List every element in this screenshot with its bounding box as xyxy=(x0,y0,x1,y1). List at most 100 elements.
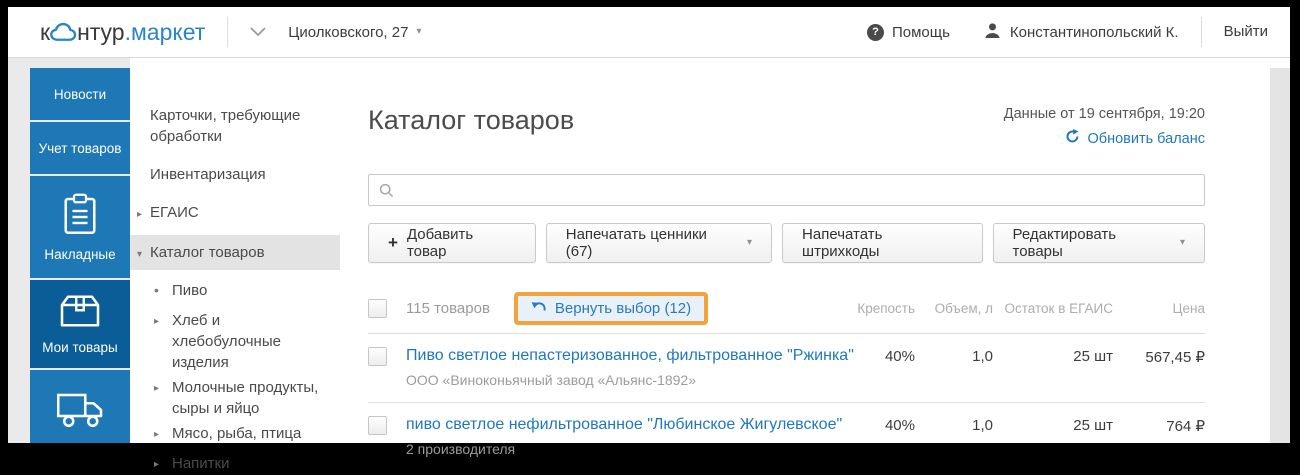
table-header: 115 товаров Вернуть выбор (12) Крепость … xyxy=(368,292,1205,334)
cell-volume: 1,0 xyxy=(915,414,993,434)
bullet-icon: • xyxy=(154,280,159,301)
product-name-link[interactable]: Пиво светлое непастеризованное, фильтров… xyxy=(406,345,843,366)
app-window: к нтур .маркет Циолковского, 27 ▾ ? Помо… xyxy=(8,7,1290,443)
sidebar-item-label: Учет товаров xyxy=(39,141,122,156)
print-price-tags-button[interactable]: Напечатать ценники (67) ▾ xyxy=(546,223,772,263)
print-barcodes-label: Напечатать штрихкоды xyxy=(802,226,962,260)
help-button[interactable]: ? Помощь xyxy=(867,24,950,41)
location-label: Циолковского, 27 xyxy=(288,24,408,41)
expander-right-icon: ▸ xyxy=(154,454,159,475)
print-price-tags-label: Напечатать ценники (67) xyxy=(566,226,736,260)
kontur-market-logo[interactable]: к нтур .маркет xyxy=(40,19,205,46)
refresh-balance-link[interactable]: Обновить баланс xyxy=(1065,129,1205,148)
expander-right-icon: ▸ xyxy=(154,424,159,445)
logo-text-dark: к xyxy=(40,19,50,46)
sidebar-item-my-goods[interactable]: Мои товары xyxy=(30,280,130,368)
nav-subitem-beer[interactable]: • Пиво xyxy=(130,280,340,301)
user-name: Константинопольский К. xyxy=(1010,24,1179,41)
refresh-balance-label: Обновить баланс xyxy=(1087,131,1205,147)
products-count: 115 товаров xyxy=(406,300,490,317)
add-product-label: Добавить товар xyxy=(407,226,516,260)
location-selector[interactable]: Циолковского, 27 ▾ xyxy=(288,24,421,41)
column-header-strength: Крепость xyxy=(843,301,915,316)
page-body: Новости Учет товаров Накладные Мои товар… xyxy=(8,58,1290,443)
logout-button[interactable]: Выйти xyxy=(1201,17,1268,47)
plus-icon: + xyxy=(388,233,398,253)
nav-subitem-label: Напитки xyxy=(172,455,230,472)
nav-subitem-label: Пиво xyxy=(172,282,207,299)
row-checkbox[interactable] xyxy=(368,416,387,435)
nav-item-label: Каталог товаров xyxy=(150,244,265,261)
secondary-sidebar: Карточки, требующие обработки Инвентариз… xyxy=(130,58,340,443)
nav-subitem-dairy[interactable]: ▸ Молочные продукты, сыры и яйцо xyxy=(130,377,340,419)
left-gutter xyxy=(8,58,30,443)
expander-down-icon: ▾ xyxy=(137,244,142,265)
table-row: Пиво светлое непастеризованное, фильтров… xyxy=(368,334,1205,403)
nav-item-cards-pending[interactable]: Карточки, требующие обработки xyxy=(130,105,340,147)
primary-sidebar: Новости Учет товаров Накладные Мои товар… xyxy=(30,58,130,443)
table-row: пиво светлое нефильтрованное "Любинское … xyxy=(368,403,1205,471)
nav-item-label: ЕГАИС xyxy=(150,204,199,221)
nav-item-inventory[interactable]: Инвентаризация xyxy=(130,164,340,185)
nav-subitem-label: Молочные продукты, сыры и яйцо xyxy=(172,379,318,417)
top-bar: к нтур .маркет Циолковского, 27 ▾ ? Помо… xyxy=(8,7,1290,58)
nav-item-label: Инвентаризация xyxy=(150,166,266,183)
search-input[interactable] xyxy=(368,174,1205,206)
select-all-checkbox[interactable] xyxy=(368,299,387,318)
cell-egais-stock: 25 шт xyxy=(993,414,1113,434)
return-selection-label: Вернуть выбор (12) xyxy=(555,300,691,317)
page-title: Каталог товаров xyxy=(368,105,574,135)
edit-products-label: Редактировать товары xyxy=(1013,226,1169,260)
product-name-link[interactable]: пиво светлое нефильтрованное "Любинское … xyxy=(406,414,843,435)
sidebar-item-accounting[interactable]: Учет товаров xyxy=(30,122,130,174)
chevron-down-icon[interactable] xyxy=(250,27,266,37)
nav-item-label: Карточки, требующие обработки xyxy=(150,107,300,145)
caret-down-icon: ▾ xyxy=(416,27,421,37)
truck-icon xyxy=(56,392,104,431)
nav-subitem-drinks[interactable]: ▸ Напитки xyxy=(130,453,340,474)
undo-icon xyxy=(531,300,547,317)
sidebar-item-invoices[interactable]: Накладные xyxy=(30,176,130,278)
vertical-scrollbar[interactable] xyxy=(1270,68,1290,443)
refresh-icon xyxy=(1065,129,1080,148)
user-menu[interactable]: Константинопольский К. xyxy=(984,22,1179,43)
main-content: Каталог товаров Данные от 19 сентября, 1… xyxy=(340,58,1270,443)
column-header-egais-stock: Остаток в ЕГАИС xyxy=(993,301,1113,316)
help-circle-icon: ? xyxy=(867,24,884,41)
edit-products-button[interactable]: Редактировать товары ▾ xyxy=(993,223,1206,263)
sidebar-item-news[interactable]: Новости xyxy=(30,68,130,120)
column-header-volume: Объем, л xyxy=(915,301,993,316)
nav-item-egais[interactable]: ▸ ЕГАИС xyxy=(130,202,340,223)
sidebar-item-supplies[interactable] xyxy=(30,370,130,443)
data-timestamp: Данные от 19 сентября, 19:20 xyxy=(1004,105,1205,123)
sidebar-item-label: Мои товары xyxy=(42,340,117,355)
expander-right-icon: ▸ xyxy=(154,311,159,332)
print-barcodes-button[interactable]: Напечатать штрихкоды xyxy=(782,223,982,263)
product-producer: ООО «Виноконьячный завод «Альянс-1892» xyxy=(406,371,843,389)
expander-right-icon: ▸ xyxy=(154,378,159,399)
nav-subitem-label: Хлеб и хлебобулочные изделия xyxy=(172,312,281,371)
cloud-icon xyxy=(50,21,77,48)
nav-subitem-meat[interactable]: ▸ Мясо, рыба, птица xyxy=(130,423,340,444)
product-producer: 2 производителя xyxy=(406,440,843,458)
logo-text-dark2: нтур xyxy=(77,19,125,46)
cell-price: 764 ₽ xyxy=(1113,414,1205,435)
box-icon xyxy=(59,294,101,331)
cell-strength: 40% xyxy=(843,414,915,434)
add-product-button[interactable]: + Добавить товар xyxy=(368,223,536,263)
row-checkbox[interactable] xyxy=(368,347,387,366)
nav-subitem-bread[interactable]: ▸ Хлеб и хлебобулочные изделия xyxy=(130,310,340,373)
nav-subitem-label: Мясо, рыба, птица xyxy=(172,425,301,442)
cell-strength: 40% xyxy=(843,345,915,365)
sidebar-item-label: Накладные xyxy=(44,247,115,262)
cell-volume: 1,0 xyxy=(915,345,993,365)
user-icon xyxy=(984,22,1001,43)
expander-right-icon: ▸ xyxy=(137,204,142,225)
nav-item-catalog[interactable]: ▾ Каталог товаров xyxy=(130,235,340,270)
caret-down-icon: ▾ xyxy=(747,238,752,248)
logo-text-blue: .маркет xyxy=(125,19,206,46)
clipboard-icon xyxy=(62,193,98,238)
caret-down-icon: ▾ xyxy=(1180,238,1185,248)
return-selection-button[interactable]: Вернуть выбор (12) xyxy=(514,292,708,325)
sidebar-item-label: Новости xyxy=(54,87,106,102)
